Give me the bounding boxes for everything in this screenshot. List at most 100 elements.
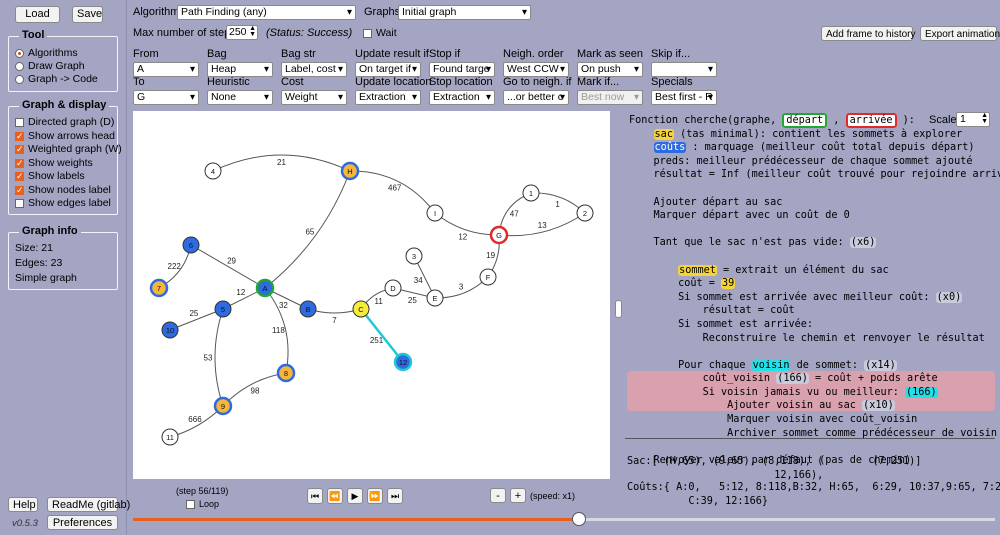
param-select-13[interactable]: Extraction — [429, 90, 495, 105]
play-button[interactable]: ▶ — [347, 488, 363, 504]
display-option-show-labels[interactable]: Show labels — [15, 170, 85, 183]
node-label-E: E — [432, 294, 437, 303]
node-label-5: 5 — [221, 305, 225, 314]
node-2[interactable]: 2 — [576, 204, 594, 222]
graph-svg[interactable]: 2146765124711319334251125173229222122511… — [133, 111, 610, 479]
param-select-9[interactable]: G — [133, 90, 199, 105]
display-option-show-weights[interactable]: Show weights — [15, 157, 93, 170]
tool-radio-draw[interactable]: Draw Graph — [15, 60, 85, 73]
speed-down-button[interactable]: - — [490, 488, 506, 503]
param-select-2[interactable]: Heap — [207, 62, 273, 77]
node-label-3: 3 — [412, 252, 416, 261]
edge-A-6[interactable] — [190, 244, 266, 289]
node-10[interactable]: 10 — [161, 321, 179, 339]
node-9[interactable]: 9 — [213, 396, 233, 416]
node-B[interactable]: B — [299, 300, 317, 318]
costs-state: Coûts:{ A:0, 5:12, 8:118,B:32, H:65, 6:2… — [627, 482, 1000, 507]
code-highlight: (x0) — [935, 291, 963, 303]
node-8[interactable]: 8 — [276, 363, 296, 383]
preferences-button[interactable]: Preferences — [47, 515, 118, 530]
help-button[interactable]: Help — [8, 497, 38, 512]
step-counter: (step 56/119) — [176, 486, 229, 496]
param-select-11[interactable]: Weight — [281, 90, 347, 105]
param-select-12[interactable]: Extraction — [355, 90, 421, 105]
display-option-show-arrows-head[interactable]: Show arrows head — [15, 130, 115, 143]
speed-up-button[interactable]: + — [510, 488, 526, 503]
code-line: Pour chaque voisin de sommet: (x14) — [629, 359, 897, 371]
algorithm-select[interactable]: Path Finding (any) — [177, 5, 356, 20]
prev-frame-button[interactable]: ⏪ — [327, 488, 343, 504]
edge-5-9[interactable] — [214, 308, 224, 407]
display-option-show-nodes-label[interactable]: Show nodes label — [15, 184, 111, 197]
node-C[interactable]: C — [352, 300, 370, 318]
next-frame-button[interactable]: ⏩ — [367, 488, 383, 504]
edge-weight-D-E: 25 — [408, 296, 417, 305]
param-select-16[interactable]: Best first - R — [651, 90, 717, 105]
wait-checkbox[interactable]: Wait — [363, 27, 397, 40]
pane-splitter-handle[interactable] — [615, 300, 622, 318]
checkbox-icon — [15, 199, 24, 208]
code-line: coût_voisin (166) = coût + poids arête — [629, 373, 938, 385]
param-select-3[interactable]: Label, cost — [281, 62, 347, 77]
edge-weight-A-B: 32 — [279, 301, 288, 310]
first-frame-button[interactable]: ⏮ — [307, 488, 323, 504]
radio-icon — [15, 75, 24, 84]
display-option-show-edges-label[interactable]: Show edges label — [15, 197, 111, 210]
node-12[interactable]: 12 — [393, 352, 413, 372]
step-forward-icon: ⏩ — [369, 491, 381, 501]
node-D[interactable]: D — [384, 279, 402, 297]
node-label-B: B — [305, 305, 310, 314]
code-line: sommet = extrait un élément du sac — [678, 264, 889, 276]
tool-radio-algorithms[interactable]: Algorithms — [15, 47, 78, 60]
param-select-6[interactable]: West CCW — [503, 62, 569, 77]
graph-info-panel: Graph info Size: 21 Edges: 23 Simple gra… — [8, 225, 118, 290]
node-1[interactable]: 1 — [522, 184, 540, 202]
param-select-8[interactable] — [651, 62, 717, 77]
graph-canvas[interactable]: 21 467 65 12 47 1 13 19 3 34 25 11 251 7 32 29 222 12 25 11… — [133, 111, 610, 479]
node-I[interactable]: I — [426, 204, 444, 222]
edge-weight-2-G: 13 — [538, 221, 547, 230]
info-size: Size: 21 — [15, 242, 53, 254]
load-button[interactable]: Load — [15, 6, 60, 23]
node-F[interactable]: F — [479, 268, 497, 286]
add-frame-button[interactable]: Add frame to history — [821, 26, 915, 41]
node-H[interactable]: H — [340, 161, 360, 181]
export-animation-button[interactable]: Export animation — [920, 26, 1000, 41]
code-line: Si voisin jamais vu ou meilleur: (166) — [629, 386, 938, 398]
display-option-weighted-graph-w[interactable]: Weighted graph (W) — [15, 143, 122, 156]
param-select-10[interactable]: None — [207, 90, 273, 105]
node-G[interactable]: G — [489, 225, 509, 245]
save-button[interactable]: Save — [72, 6, 103, 23]
node-3[interactable]: 3 — [405, 247, 423, 265]
node-label-D: D — [390, 284, 396, 293]
algorithm-label: Algorithm — [133, 6, 180, 18]
node-A[interactable]: A — [255, 278, 275, 298]
display-option-directed-graph-d[interactable]: Directed graph (D) — [15, 116, 114, 129]
node-5[interactable]: 5 — [214, 300, 232, 318]
readme-button[interactable]: ReadMe (gitlab) — [47, 497, 130, 512]
spinner-arrows-icon[interactable]: ▲ ▼ — [249, 25, 256, 38]
node-E[interactable]: E — [426, 289, 444, 307]
graphs-select[interactable]: Initial graph — [398, 5, 531, 20]
loop-checkbox[interactable]: Loop — [186, 498, 219, 511]
node-6[interactable]: 6 — [182, 236, 200, 254]
node-4[interactable]: 4 — [204, 162, 222, 180]
param-select-7[interactable]: On push — [577, 62, 643, 77]
param-select-14[interactable]: ...or better c — [503, 90, 569, 105]
code-highlight: (x6) — [849, 237, 877, 249]
param-select-1[interactable]: A — [133, 62, 199, 77]
code-highlight: (166) — [776, 373, 809, 385]
checkbox-icon — [363, 29, 372, 38]
radio-selected-icon — [15, 49, 24, 58]
max-steps-input[interactable]: 250 ▲ ▼ — [226, 25, 258, 40]
param-select-4[interactable]: On target if — [355, 62, 421, 77]
node-7[interactable]: 7 — [149, 278, 169, 298]
checkbox-checked-icon — [15, 157, 24, 170]
node-11[interactable]: 11 — [161, 428, 179, 446]
timeline-handle[interactable] — [571, 512, 586, 526]
tool-radio-code[interactable]: Graph -> Code — [15, 73, 98, 86]
timeline-track[interactable] — [133, 512, 995, 526]
param-select-5[interactable]: Found targe — [429, 62, 495, 77]
last-frame-button[interactable]: ⏭ — [387, 488, 403, 504]
